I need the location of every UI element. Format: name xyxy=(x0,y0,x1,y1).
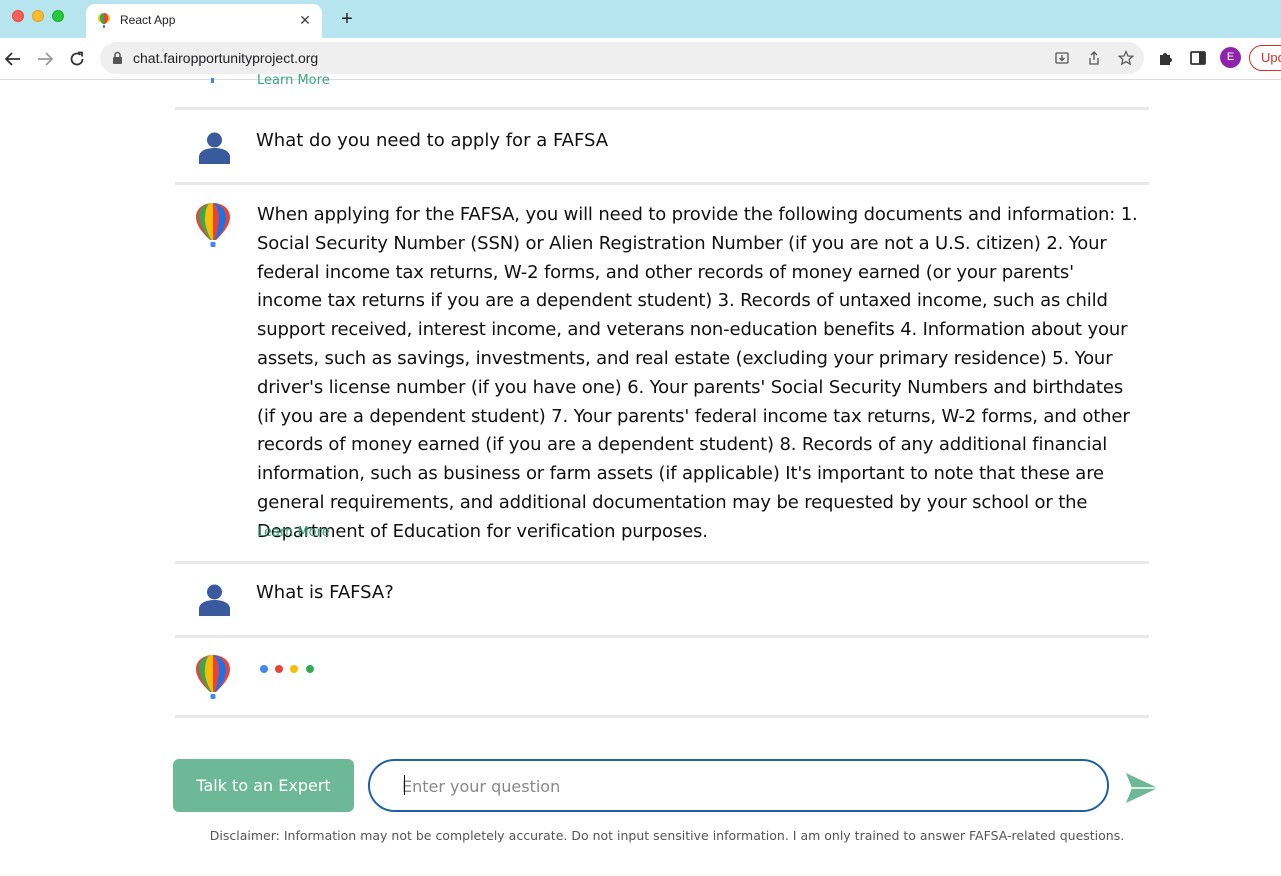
message-divider xyxy=(175,107,1149,110)
user-message: What do you need to apply for a FAFSA xyxy=(256,130,609,151)
balloon-logo-icon xyxy=(211,78,214,83)
profile-avatar[interactable]: E xyxy=(1220,47,1241,68)
browser-tab[interactable]: React App ✕ xyxy=(86,4,322,38)
message-divider xyxy=(175,635,1149,638)
back-arrow-icon[interactable] xyxy=(2,48,24,70)
minimize-window-button[interactable] xyxy=(32,10,44,22)
address-bar[interactable]: chat.fairopportunityproject.org xyxy=(100,42,1144,74)
bookmark-star-icon[interactable] xyxy=(1118,50,1134,66)
person-icon xyxy=(199,132,230,164)
typing-dot xyxy=(306,665,314,673)
share-icon[interactable] xyxy=(1086,50,1102,66)
extensions-puzzle-icon[interactable] xyxy=(1157,49,1175,67)
zoom-window-button[interactable] xyxy=(52,10,64,22)
balloon-logo-icon xyxy=(196,203,230,247)
user-message: What is FAFSA? xyxy=(256,582,394,603)
balloon-logo-icon xyxy=(196,655,230,699)
tab-close-icon[interactable]: ✕ xyxy=(296,11,314,29)
reload-icon[interactable] xyxy=(66,48,88,70)
url-text: chat.fairopportunityproject.org xyxy=(133,50,319,66)
typing-dot xyxy=(260,665,268,673)
text-caret xyxy=(404,775,405,795)
browser-toolbar: chat.fairopportunityproject.org E Upd xyxy=(0,38,1281,80)
talk-to-expert-button[interactable]: Talk to an Expert xyxy=(173,759,354,812)
balloon-favicon-icon xyxy=(98,13,110,28)
assistant-message: When applying for the FAFSA, you will ne… xyxy=(257,204,1138,542)
question-input[interactable] xyxy=(402,773,1082,799)
disclaimer-text: Disclaimer: Information may not be compl… xyxy=(209,828,1125,843)
forward-arrow-icon[interactable] xyxy=(34,48,56,70)
browser-titlebar: React App ✕ + xyxy=(0,0,1281,38)
lock-icon[interactable] xyxy=(112,51,123,65)
question-input-container[interactable] xyxy=(368,759,1109,812)
close-window-button[interactable] xyxy=(12,10,24,22)
message-divider xyxy=(175,182,1149,185)
learn-more-link[interactable]: Learn More xyxy=(257,525,330,540)
update-button[interactable]: Upd xyxy=(1249,45,1281,71)
send-arrow-icon[interactable] xyxy=(1125,772,1159,804)
typing-dot xyxy=(290,665,298,673)
message-divider xyxy=(175,715,1149,718)
message-divider xyxy=(175,561,1149,564)
side-panel-icon[interactable] xyxy=(1189,49,1207,67)
typing-dot xyxy=(275,665,283,673)
person-icon xyxy=(199,584,230,616)
tab-title: React App xyxy=(120,13,176,27)
learn-more-link[interactable]: Learn More xyxy=(257,73,330,88)
install-app-icon[interactable] xyxy=(1054,50,1070,66)
new-tab-button[interactable]: + xyxy=(336,8,358,30)
